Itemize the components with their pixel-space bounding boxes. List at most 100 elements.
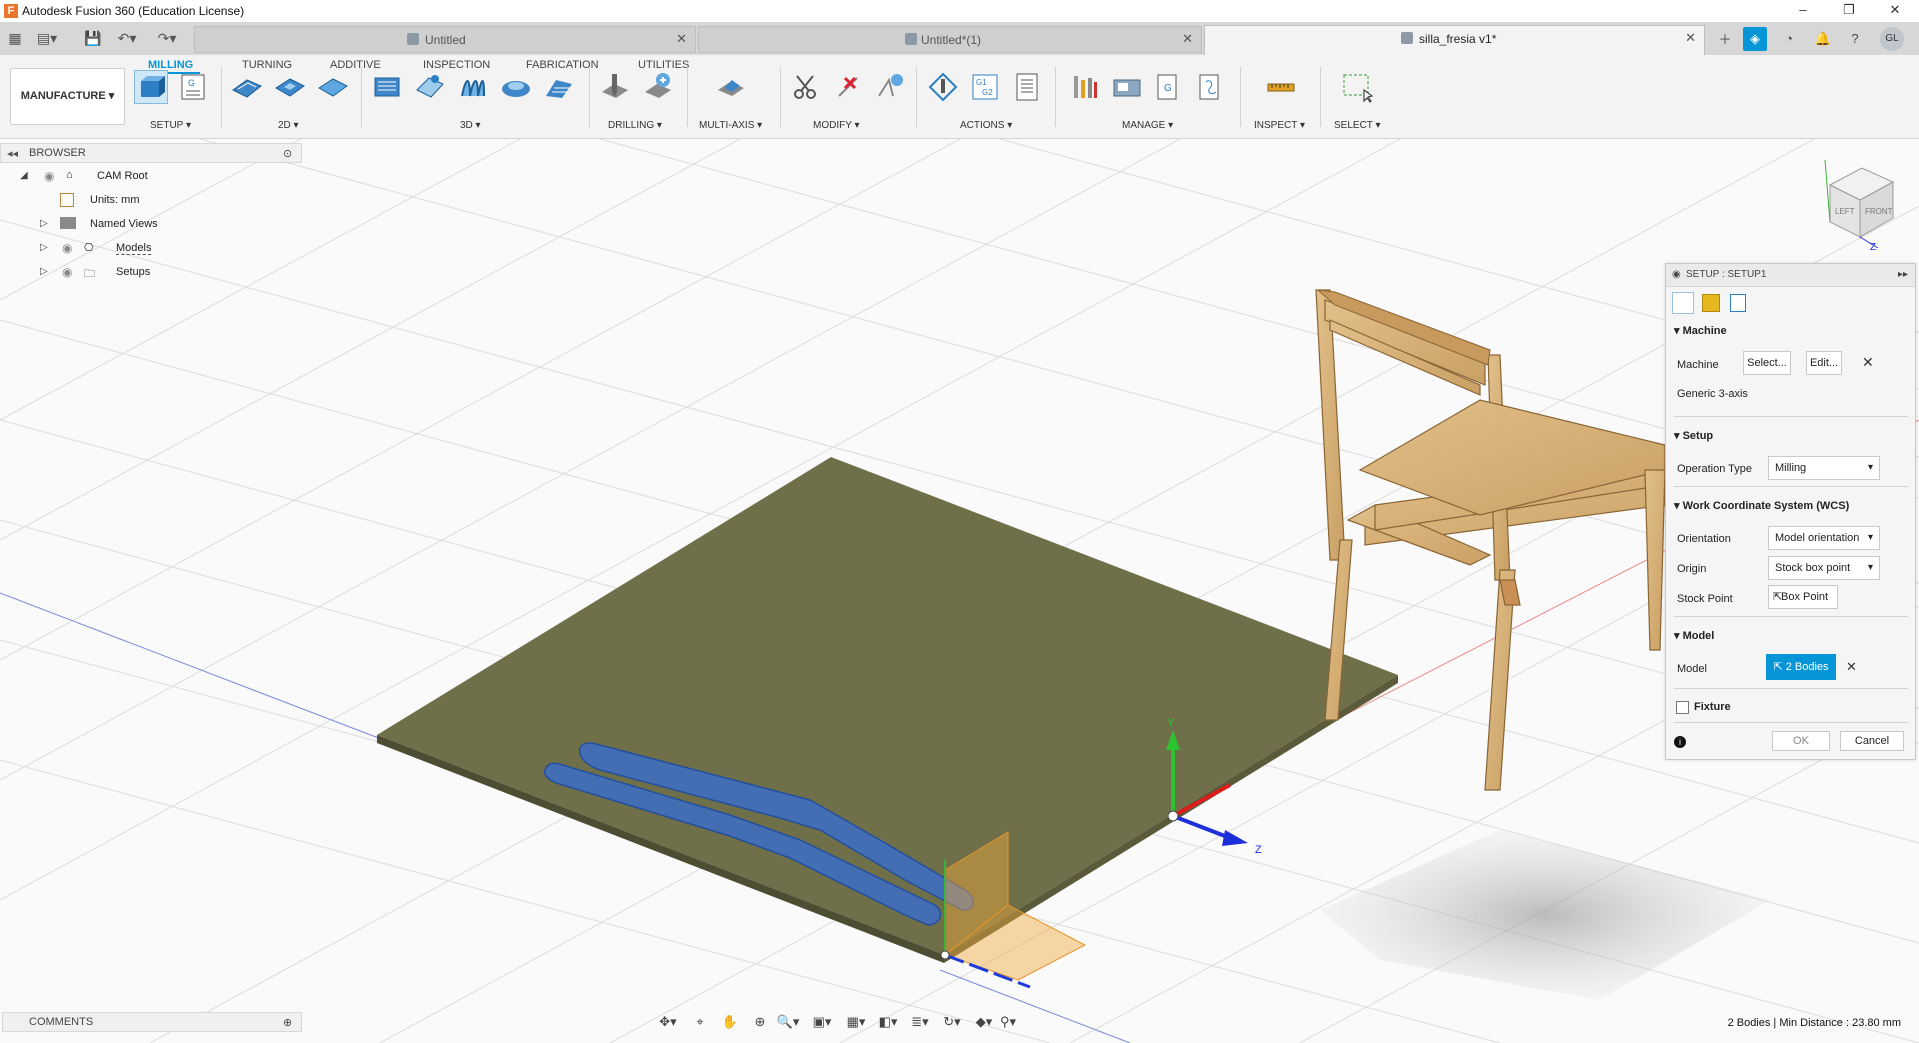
post-library-tool[interactable]: G — [1152, 70, 1186, 104]
machine-select-button[interactable]: Select... — [1743, 351, 1791, 375]
tree-item-named-views[interactable]: ▷ Named Views — [0, 213, 302, 237]
file-menu-icon[interactable]: ▤▾ — [36, 27, 58, 49]
wcs-section-header[interactable]: ▾ Work Coordinate System (WCS) — [1674, 499, 1849, 512]
machine-library-tool[interactable] — [1110, 70, 1144, 104]
tab-close-icon[interactable]: ✕ — [676, 31, 687, 47]
fixture-checkbox[interactable] — [1676, 701, 1689, 714]
restore-button[interactable]: ❐ — [1826, 0, 1872, 22]
post-process-tool[interactable]: G1 G2 — [968, 70, 1002, 104]
pan-icon[interactable]: ✋ — [718, 1014, 742, 1032]
workspace-switcher[interactable]: MANUFACTURE ▾ — [10, 68, 125, 125]
group-2d[interactable]: 2D ▾ — [278, 120, 299, 131]
2d-adaptive-tool[interactable] — [230, 70, 264, 104]
group-multi-axis[interactable]: MULTI-AXIS ▾ — [699, 120, 762, 131]
select-tool[interactable] — [1340, 70, 1374, 104]
expand-icon[interactable]: ◢ — [20, 170, 28, 181]
zoom-icon[interactable]: ⊕ — [748, 1014, 772, 1032]
tab-close-icon[interactable]: ✕ — [1182, 31, 1193, 47]
comments-panel[interactable]: COMMENTS ⊕ — [2, 1012, 302, 1032]
doc-tab-untitled[interactable]: Untitled ✕ — [194, 26, 696, 53]
look-at-icon[interactable]: ⌖ — [688, 1014, 712, 1032]
machine-edit-button[interactable]: Edit... — [1806, 351, 1842, 375]
fit-icon[interactable]: 🔍▾ — [776, 1014, 800, 1032]
group-3d[interactable]: 3D ▾ — [460, 120, 481, 131]
cancel-button[interactable]: Cancel — [1840, 731, 1904, 751]
setup-sheet-tool[interactable] — [1010, 70, 1044, 104]
undo-icon[interactable]: ↶▾ — [116, 27, 138, 49]
group-setup[interactable]: SETUP ▾ — [150, 120, 191, 131]
app-grid-icon[interactable]: ▦ — [4, 27, 26, 49]
help-icon[interactable]: ? — [1843, 27, 1867, 51]
orientation-select[interactable]: Model orientation — [1768, 526, 1880, 550]
tab-close-icon[interactable]: ✕ — [1685, 30, 1696, 46]
machine-clear-icon[interactable]: ✕ — [1862, 354, 1874, 371]
group-modify[interactable]: MODIFY ▾ — [813, 120, 860, 131]
tool-library-tool[interactable] — [1068, 70, 1102, 104]
parallel-tool[interactable] — [456, 70, 490, 104]
drill-tool[interactable] — [598, 70, 632, 104]
visibility-eye-icon[interactable]: ◉ — [62, 241, 76, 255]
minimize-button[interactable]: – — [1780, 0, 1826, 22]
model-clear-icon[interactable]: ✕ — [1846, 659, 1857, 675]
setup-tab-icon[interactable] — [1672, 292, 1694, 314]
new-setup-tool[interactable] — [134, 70, 168, 104]
hole-recognition-tool[interactable] — [641, 70, 675, 104]
model-section-header[interactable]: ▾ Model — [1674, 629, 1714, 642]
multi-axis-tool[interactable] — [714, 70, 748, 104]
visibility-eye-icon[interactable]: ◉ — [62, 265, 76, 279]
orbit-dropdown-icon[interactable]: ✥▾ — [656, 1014, 680, 1032]
filter-icon[interactable]: ⚲▾ — [996, 1014, 1020, 1032]
expand-icon[interactable]: ▷ — [40, 242, 48, 253]
tree-item-units[interactable]: Units: mm — [0, 189, 302, 213]
stock-tab-icon[interactable] — [1702, 294, 1720, 312]
collapse-browser-icon[interactable]: ◂◂ — [7, 147, 18, 160]
template-library-tool[interactable] — [1194, 70, 1228, 104]
close-window-button[interactable]: ✕ — [1872, 0, 1918, 22]
stock-point-button[interactable]: ⇱ Box Point — [1768, 585, 1838, 609]
nc-program-tool[interactable]: G — [176, 70, 210, 104]
tree-item-models[interactable]: ▷ ◉ ⎔ Models — [0, 237, 302, 261]
group-select[interactable]: SELECT ▾ — [1334, 120, 1381, 131]
user-avatar[interactable]: GL — [1880, 27, 1904, 51]
group-manage[interactable]: MANAGE ▾ — [1122, 120, 1173, 131]
setup-dialog-header[interactable]: ◉ SETUP : SETUP1 ▸▸ — [1666, 264, 1915, 287]
comments-add-icon[interactable]: ⊕ — [283, 1016, 292, 1029]
extensions-icon[interactable]: ◈ — [1743, 27, 1767, 51]
job-status-icon[interactable]: ◔ — [1777, 27, 1801, 51]
edit-toolpath-tool[interactable] — [873, 70, 907, 104]
face-tool[interactable] — [316, 70, 350, 104]
viewports-icon[interactable]: ◧▾ — [876, 1014, 900, 1032]
ok-button[interactable]: OK — [1772, 731, 1830, 751]
simulation-icon[interactable]: ↻▾ — [940, 1014, 964, 1032]
post-process-tab-icon[interactable] — [1730, 294, 1746, 312]
info-icon[interactable]: i — [1674, 736, 1686, 748]
tree-item-cam-root[interactable]: ◢ ◉ ⌂ CAM Root — [0, 165, 302, 189]
operation-type-select[interactable]: Milling — [1768, 456, 1880, 480]
group-inspect[interactable]: INSPECT ▾ — [1254, 120, 1305, 131]
machine-section-header[interactable]: ▾ Machine — [1674, 324, 1727, 337]
scallop-tool[interactable] — [499, 70, 533, 104]
expand-icon[interactable]: ▷ — [40, 266, 48, 277]
save-icon[interactable]: 💾 — [82, 27, 104, 49]
3d-adaptive-tool[interactable] — [370, 70, 404, 104]
expand-icon[interactable]: ▷ — [40, 218, 48, 229]
visibility-eye-icon[interactable]: ◉ — [44, 169, 58, 183]
grid-settings-icon[interactable]: ▦▾ — [844, 1014, 868, 1032]
new-tab-icon[interactable]: ＋ — [1713, 28, 1737, 52]
steep-shallow-tool[interactable] — [542, 70, 576, 104]
doc-tab-untitled-1[interactable]: Untitled*(1) ✕ — [698, 26, 1202, 53]
fixture-section-header[interactable]: Fixture — [1694, 701, 1731, 713]
group-actions[interactable]: ACTIONS ▾ — [960, 120, 1012, 131]
browser-options-icon[interactable]: ⊙ — [283, 147, 292, 160]
redo-icon[interactable]: ↷▾ — [156, 27, 178, 49]
pocket-clearing-tool[interactable] — [413, 70, 447, 104]
stock-display-icon[interactable]: ≣▾ — [908, 1014, 932, 1032]
origin-select[interactable]: Stock box point — [1768, 556, 1880, 580]
delete-toolpath-tool[interactable] — [831, 70, 865, 104]
notifications-icon[interactable]: 🔔 — [1811, 27, 1835, 51]
tree-item-setups[interactable]: ▷ ◉ 🗀 Setups — [0, 261, 302, 285]
group-drilling[interactable]: DRILLING ▾ — [608, 120, 662, 131]
display-settings-icon[interactable]: ▣▾ — [810, 1014, 834, 1032]
model-selection-button[interactable]: ⇱ 2 Bodies — [1766, 654, 1836, 680]
trim-toolpath-tool[interactable] — [789, 70, 823, 104]
